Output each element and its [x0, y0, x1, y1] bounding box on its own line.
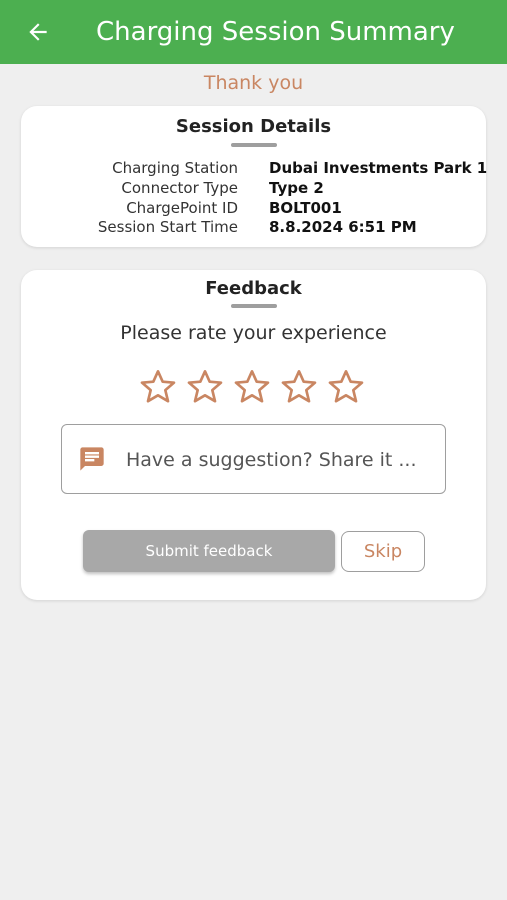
arrow-left-icon — [29, 23, 47, 41]
skip-button[interactable]: Skip — [341, 531, 425, 572]
detail-value: Type 2 — [269, 179, 324, 197]
feedback-card: Feedback Please rate your experience Sub… — [21, 270, 486, 600]
star-outline-icon[interactable] — [279, 367, 319, 407]
feedback-title: Feedback — [205, 278, 302, 299]
star-rating — [138, 367, 366, 407]
back-button[interactable] — [22, 16, 54, 48]
detail-label: ChargePoint ID — [126, 199, 238, 217]
thank-you-text: Thank you — [203, 72, 304, 94]
detail-value: 8.8.2024 6:51 PM — [269, 218, 417, 236]
star-outline-icon[interactable] — [138, 367, 178, 407]
detail-row-chargepoint-id: ChargePoint ID BOLT001 — [21, 199, 486, 219]
star-outline-icon[interactable] — [185, 367, 225, 407]
chat-icon — [80, 447, 104, 471]
title-underline — [231, 143, 277, 147]
session-details-title: Session Details — [175, 116, 332, 137]
detail-row-session-start-time: Session Start Time 8.8.2024 6:51 PM — [21, 218, 486, 238]
detail-value: Dubai Investments Park 1 — [269, 159, 488, 177]
detail-row-connector-type: Connector Type Type 2 — [21, 179, 486, 199]
detail-label: Charging Station — [112, 159, 238, 177]
submit-feedback-button[interactable]: Submit feedback — [83, 530, 335, 572]
session-details-card: Session Details Charging Station Dubai I… — [21, 106, 488, 247]
star-outline-icon[interactable] — [326, 367, 366, 407]
suggestion-field[interactable] — [61, 424, 446, 494]
detail-value: BOLT001 — [269, 199, 342, 217]
suggestion-input[interactable] — [124, 443, 438, 477]
detail-label: Session Start Time — [97, 218, 238, 236]
detail-label: Connector Type — [121, 179, 238, 197]
rating-prompt: Please rate your experience — [120, 322, 387, 344]
page-title: Charging Session Summary — [96, 17, 455, 47]
app-bar: Charging Session Summary — [0, 0, 507, 64]
title-underline — [231, 304, 277, 308]
detail-row-charging-station: Charging Station Dubai Investments Park … — [21, 159, 488, 179]
star-outline-icon[interactable] — [232, 367, 272, 407]
